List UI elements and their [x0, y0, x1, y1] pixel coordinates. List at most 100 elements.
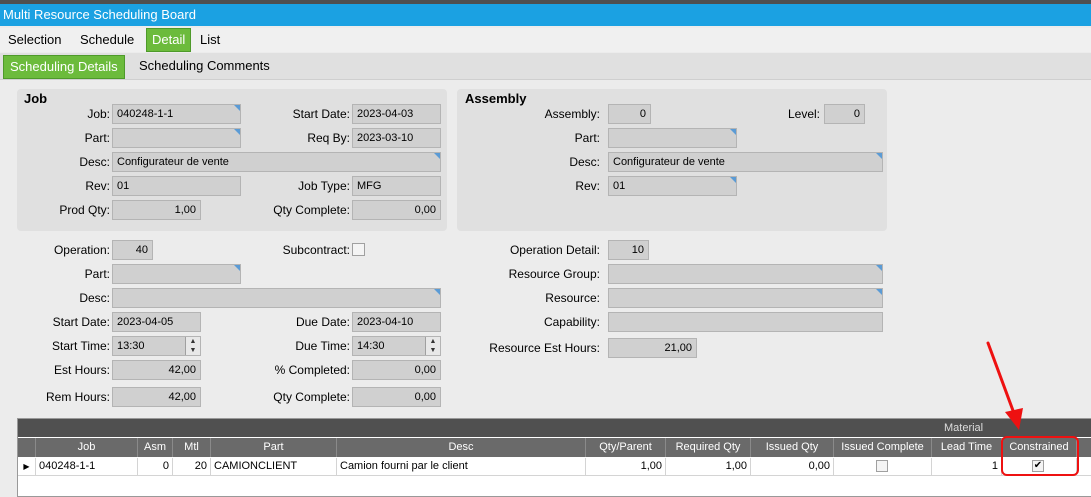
op-part-field[interactable] — [112, 264, 241, 284]
desc-field[interactable]: Configurateur de vente — [112, 152, 441, 172]
assembly-part-label: Part: — [574, 131, 600, 145]
resource-group-field[interactable] — [608, 264, 883, 284]
header-qty-parent[interactable]: Qty/Parent — [586, 438, 666, 457]
est-hours-field[interactable]: 42,00 — [112, 360, 201, 380]
header-issued-qty[interactable]: Issued Qty — [751, 438, 834, 457]
rev-field[interactable]: 01 — [112, 176, 241, 196]
op-detail-field[interactable]: 10 — [608, 240, 649, 260]
tab-schedule[interactable]: Schedule — [80, 28, 134, 52]
row-selector-icon[interactable]: ▶ — [18, 458, 36, 475]
issued-complete-checkbox[interactable] — [876, 460, 888, 472]
desc-label: Desc: — [79, 155, 110, 169]
tab-scheduling-comments[interactable]: Scheduling Comments — [133, 55, 276, 77]
tab-scheduling-details[interactable]: Scheduling Details — [3, 55, 125, 79]
operation-field[interactable]: 40 — [112, 240, 153, 260]
table-row[interactable]: ▶ 040248-1-1 0 20 CAMIONCLIENT Camion fo… — [18, 458, 1091, 476]
resource-label: Resource: — [545, 291, 600, 305]
assembly-label: Assembly: — [544, 107, 600, 121]
due-time-label: Due Time: — [295, 339, 350, 353]
header-mtl[interactable]: Mtl — [173, 438, 211, 457]
job-field[interactable]: 040248-1-1 — [112, 104, 241, 124]
material-band: Material — [18, 419, 1091, 437]
req-by-label: Req By: — [307, 131, 350, 145]
grid-header: Job Asm Mtl Part Desc Qty/Parent Require… — [18, 438, 1091, 457]
header-lead-time[interactable]: Lead Time — [932, 438, 1002, 457]
job-label: Job: — [87, 107, 110, 121]
header-issued-complete[interactable]: Issued Complete — [834, 438, 932, 457]
req-by-field[interactable]: 2023-03-10 — [352, 128, 441, 148]
op-part-label: Part: — [84, 267, 110, 281]
start-time-label: Start Time: — [51, 339, 110, 353]
due-time-field[interactable]: 14:30 ▲ ▼ — [352, 336, 441, 356]
cell-mtl[interactable]: 20 — [173, 458, 211, 475]
cell-desc[interactable]: Camion fourni par le client — [337, 458, 586, 475]
assembly-desc-label: Desc: — [569, 155, 600, 169]
cell-part[interactable]: CAMIONCLIENT — [211, 458, 337, 475]
pct-completed-label: % Completed: — [274, 363, 350, 377]
cell-issued-qty[interactable]: 0,00 — [751, 458, 834, 475]
prod-qty-label: Prod Qty: — [59, 203, 110, 217]
op-qty-complete-label: Qty Complete: — [273, 390, 350, 404]
rem-hours-field[interactable]: 42,00 — [112, 387, 201, 407]
est-hours-label: Est Hours: — [53, 363, 110, 377]
op-due-date-label: Due Date: — [295, 315, 350, 329]
subcontract-label: Subcontract: — [282, 243, 350, 257]
part-label: Part: — [84, 131, 110, 145]
part-field[interactable] — [112, 128, 241, 148]
level-field[interactable]: 0 — [824, 104, 865, 124]
sub-tab-bar: Scheduling Details Scheduling Comments — [0, 53, 1091, 80]
level-label: Level: — [787, 107, 820, 121]
header-part[interactable]: Part — [211, 438, 337, 457]
op-due-date-field[interactable]: 2023-04-10 — [352, 312, 441, 332]
tab-detail[interactable]: Detail — [146, 28, 192, 52]
header-selector — [18, 438, 36, 457]
operation-label: Operation: — [53, 243, 110, 257]
subcontract-checkbox[interactable] — [352, 243, 365, 256]
cell-issued-complete[interactable] — [834, 458, 932, 475]
capability-field[interactable] — [608, 312, 883, 332]
assembly-field[interactable]: 0 — [608, 104, 651, 124]
header-job[interactable]: Job — [36, 438, 138, 457]
pct-completed-field[interactable]: 0,00 — [352, 360, 441, 380]
due-time-spinner[interactable]: ▲ ▼ — [425, 337, 440, 355]
assembly-rev-field[interactable]: 01 — [608, 176, 737, 196]
op-desc-field[interactable] — [112, 288, 441, 308]
resource-est-hours-field[interactable]: 21,00 — [608, 338, 697, 358]
cell-asm[interactable]: 0 — [138, 458, 173, 475]
tab-list[interactable]: List — [200, 28, 220, 52]
start-date-field[interactable]: 2023-04-03 — [352, 104, 441, 124]
op-qty-complete-field[interactable]: 0,00 — [352, 387, 441, 407]
resource-est-hours-label: Resource Est Hours: — [489, 341, 600, 355]
op-start-date-field[interactable]: 2023-04-05 — [112, 312, 201, 332]
tab-selection[interactable]: Selection — [8, 28, 61, 52]
rem-hours-label: Rem Hours: — [45, 390, 110, 404]
app-title-bar: Multi Resource Scheduling Board — [0, 4, 1091, 26]
assembly-desc-field[interactable]: Configurateur de vente — [608, 152, 883, 172]
rev-label: Rev: — [85, 179, 110, 193]
header-required-qty[interactable]: Required Qty — [666, 438, 751, 457]
highlight-arrow-icon — [986, 341, 1023, 430]
capability-label: Capability: — [543, 315, 600, 329]
start-time-field[interactable]: 13:30 ▲ ▼ — [112, 336, 201, 356]
prod-qty-field[interactable]: 1,00 — [112, 200, 201, 220]
cell-job[interactable]: 040248-1-1 — [36, 458, 138, 475]
assembly-rev-label: Rev: — [575, 179, 600, 193]
job-type-label: Job Type: — [298, 179, 350, 193]
start-date-label: Start Date: — [292, 107, 350, 121]
header-asm[interactable]: Asm — [138, 438, 173, 457]
highlight-box — [1001, 436, 1079, 476]
cell-required-qty[interactable]: 1,00 — [666, 458, 751, 475]
op-detail-label: Operation Detail: — [509, 243, 600, 257]
cell-qty-parent[interactable]: 1,00 — [586, 458, 666, 475]
resource-field[interactable] — [608, 288, 883, 308]
job-type-field[interactable]: MFG — [352, 176, 441, 196]
cell-lead-time[interactable]: 1 — [932, 458, 1002, 475]
start-time-spinner[interactable]: ▲ ▼ — [185, 337, 200, 355]
resource-group-label: Resource Group: — [508, 267, 600, 281]
job-qty-complete-field[interactable]: 0,00 — [352, 200, 441, 220]
header-desc[interactable]: Desc — [337, 438, 586, 457]
assembly-part-field[interactable] — [608, 128, 737, 148]
job-qty-complete-label: Qty Complete: — [273, 203, 350, 217]
op-desc-label: Desc: — [79, 291, 110, 305]
main-tab-bar: Selection Schedule Detail List — [0, 28, 1091, 52]
